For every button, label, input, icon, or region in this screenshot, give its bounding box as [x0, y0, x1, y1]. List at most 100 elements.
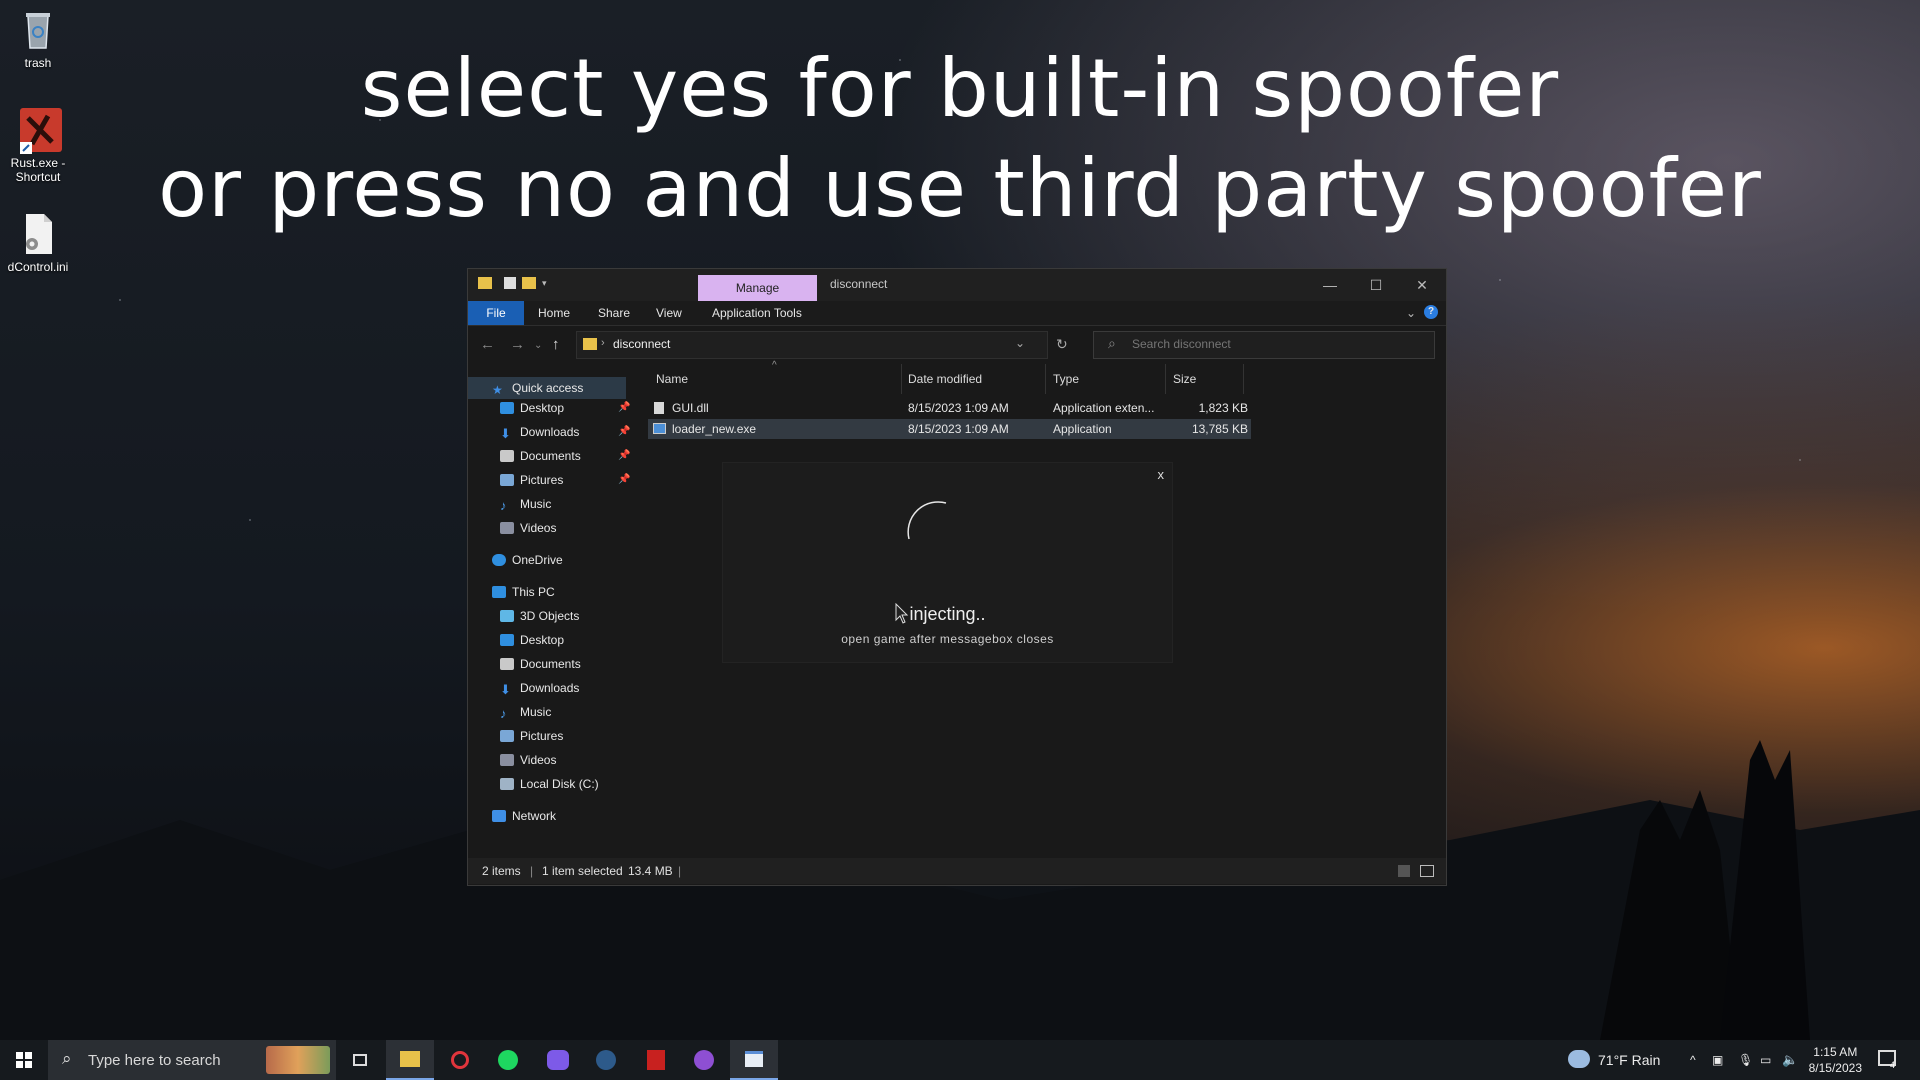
tab-file[interactable]: File	[468, 301, 524, 325]
column-header-name[interactable]: Name	[656, 364, 688, 394]
microphone-icon[interactable]: 🎙	[1738, 1040, 1753, 1080]
steam-icon	[596, 1050, 616, 1070]
weather-icon	[1568, 1050, 1590, 1068]
nav-this-pc[interactable]: This PC	[492, 581, 555, 603]
star-icon: ★	[492, 383, 503, 397]
taskbar-steam[interactable]	[582, 1040, 630, 1080]
back-arrow-icon[interactable]: ←	[480, 336, 495, 353]
file-name: loader_new.exe	[672, 422, 757, 436]
forward-arrow-icon[interactable]: →	[510, 336, 525, 353]
recent-locations-icon[interactable]: ⌄	[534, 340, 542, 351]
spotify-icon	[498, 1050, 518, 1070]
minimize-button[interactable]: —	[1308, 273, 1352, 297]
filezilla-icon	[647, 1050, 665, 1070]
tab-view[interactable]: View	[656, 301, 682, 325]
nav-qa-videos[interactable]: Videos	[500, 517, 556, 539]
up-arrow-icon[interactable]: ↑	[552, 336, 560, 353]
taskbar-github-desktop[interactable]	[680, 1040, 728, 1080]
taskbar-file-explorer[interactable]	[386, 1040, 434, 1080]
nav-pc-local-disk[interactable]: Local Disk (C:)	[500, 773, 599, 795]
music-icon: ♪	[500, 498, 507, 513]
nav-pc-downloads[interactable]: ⬇ Downloads	[500, 677, 579, 699]
refresh-icon[interactable]: ↻	[1056, 336, 1068, 353]
taskbar-discord[interactable]	[534, 1040, 582, 1080]
nav-pc-desktop[interactable]: Desktop	[500, 629, 564, 651]
clock-time: 1:15 AM	[1813, 1045, 1858, 1059]
tab-home[interactable]: Home	[538, 301, 570, 325]
status-selected-size: 13.4 MB	[628, 864, 673, 878]
videos-icon	[500, 754, 514, 766]
expand-ribbon-icon[interactable]: ⌄	[1406, 301, 1416, 325]
table-row[interactable]: GUI.dll 8/15/2023 1:09 AM Application ex…	[648, 398, 1251, 418]
nav-pc-pictures[interactable]: Pictures	[500, 725, 563, 747]
search-highlight-icon	[266, 1046, 330, 1074]
column-header-size[interactable]: Size	[1173, 364, 1196, 394]
close-icon[interactable]: x	[1158, 467, 1165, 482]
cube-icon	[500, 610, 514, 622]
column-header-date[interactable]: Date modified	[908, 364, 982, 394]
meet-now-icon[interactable]: ▣	[1712, 1040, 1723, 1080]
column-header-type[interactable]: Type	[1053, 364, 1079, 394]
column-separator[interactable]	[1165, 364, 1166, 394]
nav-pc-videos[interactable]: Videos	[500, 749, 556, 771]
maximize-button[interactable]: ☐	[1354, 273, 1398, 297]
nav-qa-music[interactable]: ♪ Music	[500, 493, 551, 515]
exe-file-icon	[653, 423, 666, 434]
nav-qa-desktop[interactable]: Desktop 📌	[500, 397, 630, 419]
nav-label: Network	[512, 809, 557, 823]
column-separator[interactable]	[1045, 364, 1046, 394]
column-separator[interactable]	[901, 364, 902, 394]
nav-pc-3d-objects[interactable]: 3D Objects	[500, 605, 579, 627]
nav-qa-downloads[interactable]: ⬇ Downloads 📌	[500, 421, 630, 443]
column-separator[interactable]	[1243, 364, 1244, 394]
taskbar-injector-app[interactable]	[730, 1040, 778, 1080]
tab-share[interactable]: Share	[598, 301, 630, 325]
tab-manage[interactable]: Manage	[698, 275, 817, 301]
nav-qa-pictures[interactable]: Pictures 📌	[500, 469, 630, 491]
taskbar-clock[interactable]: 1:15 AM 8/15/2023	[1809, 1044, 1862, 1076]
taskbar-spotify[interactable]	[484, 1040, 532, 1080]
nav-label: Pictures	[520, 473, 564, 487]
taskbar-filezilla[interactable]	[632, 1040, 680, 1080]
status-bar: 2 items | 1 item selected 13.4 MB |	[468, 858, 1446, 884]
file-size: 1,823 KB	[1198, 401, 1248, 415]
download-icon: ⬇	[500, 426, 511, 441]
nav-label: Local Disk (C:)	[520, 777, 599, 791]
table-row[interactable]: loader_new.exe 8/15/2023 1:09 AM Applica…	[648, 419, 1251, 439]
network-icon[interactable]: ▭	[1760, 1040, 1771, 1080]
breadcrumb[interactable]: disconnect	[613, 337, 670, 351]
desktop-icon-label: dControl.ini	[7, 260, 69, 274]
nav-quick-access[interactable]: ★ Quick access	[468, 377, 626, 399]
discord-icon	[547, 1050, 569, 1070]
close-button[interactable]: ✕	[1400, 273, 1444, 297]
tab-application-tools[interactable]: Application Tools	[712, 301, 802, 325]
large-icons-view-icon[interactable]	[1420, 865, 1434, 877]
folder-icon	[478, 277, 492, 289]
nav-qa-documents[interactable]: Documents 📌	[500, 445, 630, 467]
task-view-button[interactable]	[336, 1040, 384, 1080]
properties-icon[interactable]	[504, 277, 516, 289]
address-bar-row: ← → ⌄ ↑ › disconnect ⌄ ↻ ⌕	[468, 326, 1446, 364]
nav-onedrive[interactable]: OneDrive	[492, 549, 563, 571]
nav-label: Desktop	[520, 401, 565, 415]
start-button[interactable]	[0, 1040, 48, 1080]
taskbar-search[interactable]: ⌕ Type here to search	[48, 1040, 336, 1080]
chevron-down-icon[interactable]: ▾	[542, 278, 547, 289]
show-hidden-icons-icon[interactable]: ^	[1690, 1040, 1696, 1080]
weather-text[interactable]: 71°F Rain	[1598, 1040, 1660, 1080]
details-view-icon[interactable]	[1398, 865, 1410, 877]
help-icon[interactable]: ?	[1424, 305, 1438, 319]
volume-icon[interactable]: 🔈	[1782, 1040, 1798, 1080]
nav-label: Documents	[520, 657, 581, 671]
nav-pc-music[interactable]: ♪ Music	[500, 701, 551, 723]
app-window-icon	[745, 1051, 763, 1067]
search-input[interactable]	[1132, 337, 1412, 351]
nav-network[interactable]: Network	[492, 805, 556, 827]
taskbar-opera[interactable]	[436, 1040, 484, 1080]
new-folder-icon[interactable]	[522, 277, 536, 289]
nav-pc-documents[interactable]: Documents	[500, 653, 581, 675]
folder-icon	[400, 1051, 420, 1067]
address-box[interactable]: › disconnect ⌄	[576, 331, 1048, 359]
address-dropdown-icon[interactable]: ⌄	[1015, 336, 1025, 350]
download-icon: ⬇	[500, 682, 511, 697]
